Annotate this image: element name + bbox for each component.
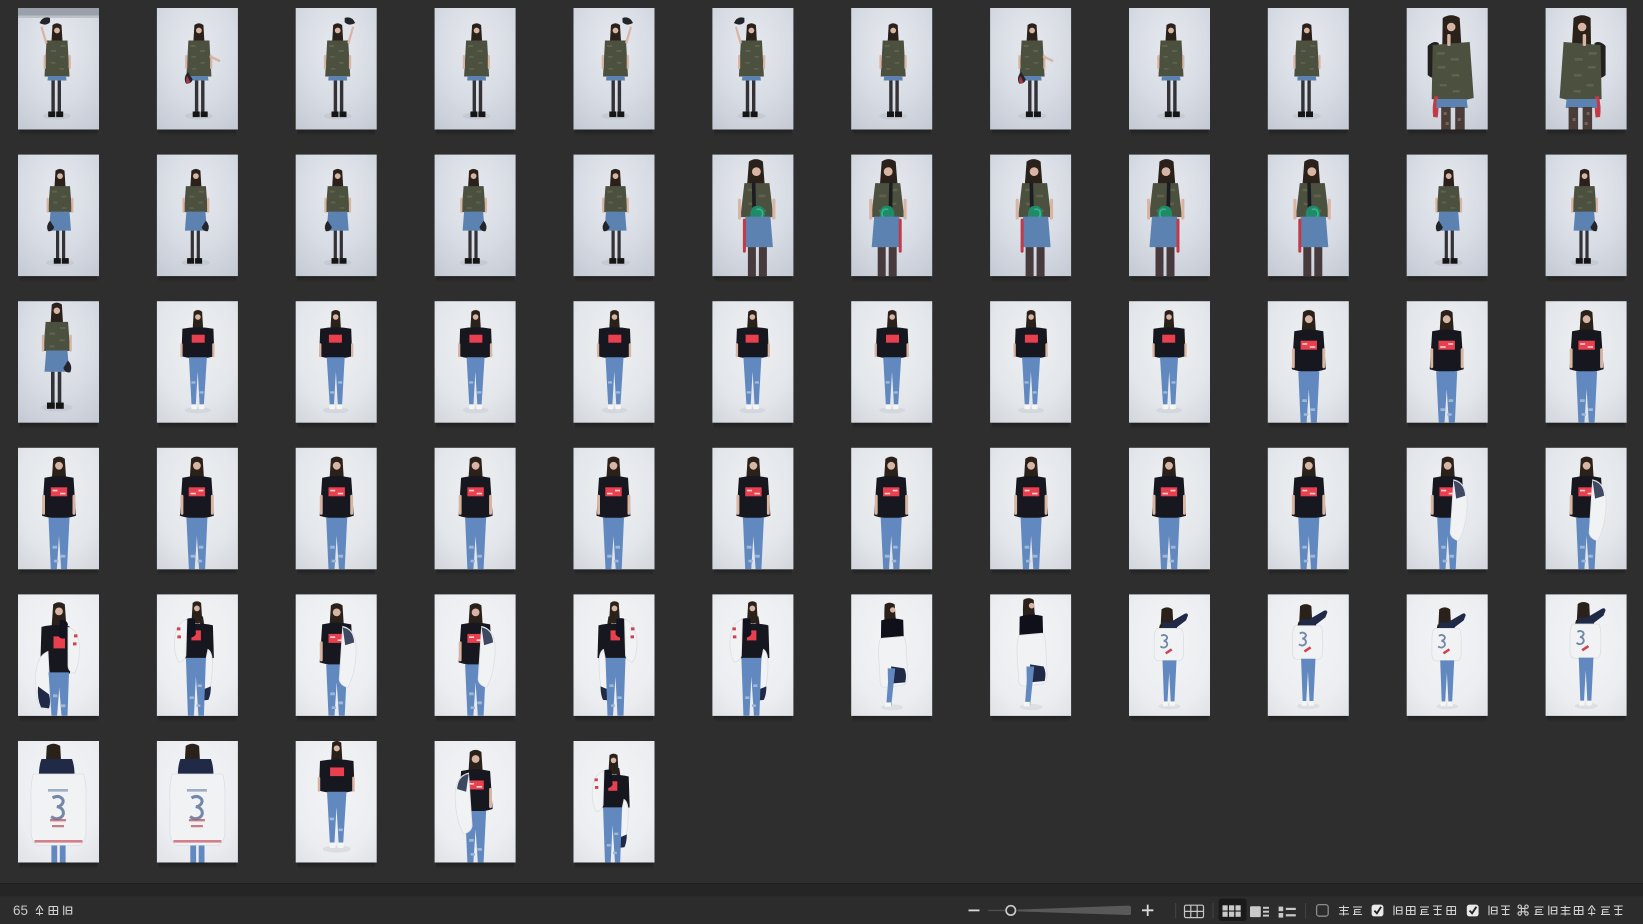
svg-text:65: 65 [13,903,28,918]
